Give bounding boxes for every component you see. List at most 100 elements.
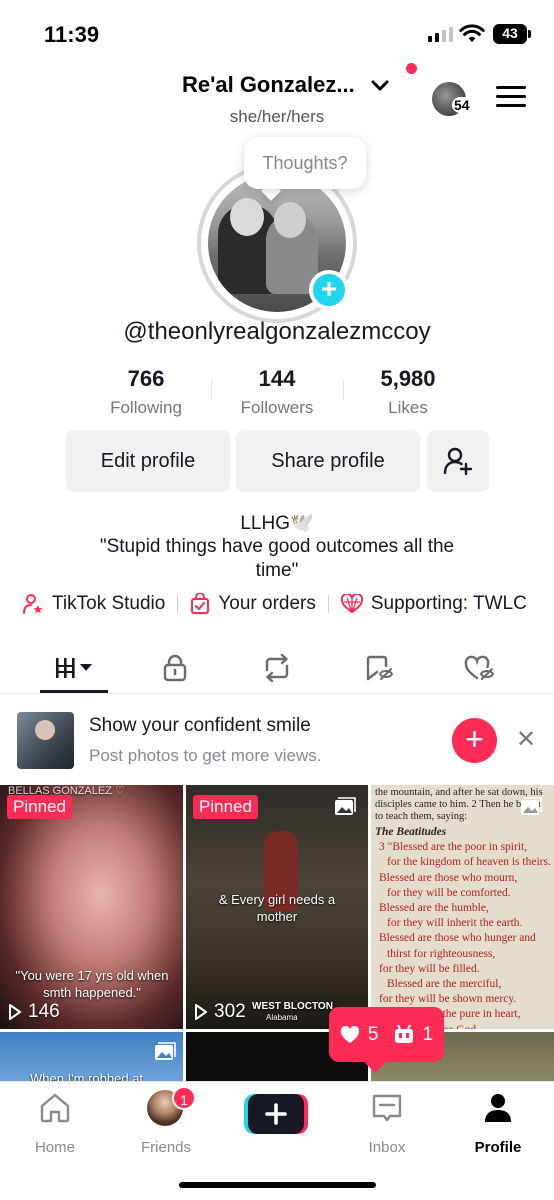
- status-bar: 11:39 43: [0, 0, 554, 62]
- bible-passage: the mountain, and after he sat down, his…: [375, 787, 554, 1029]
- pinned-badge: Pinned: [7, 795, 72, 819]
- view-count-value: 302: [214, 1001, 246, 1022]
- thoughts-bubble[interactable]: Thoughts?: [244, 137, 366, 189]
- create-button[interactable]: [244, 1094, 308, 1134]
- stat-followers[interactable]: 144 Followers: [217, 366, 337, 418]
- stat-following[interactable]: 766 Following: [86, 366, 206, 418]
- play-icon: [9, 1004, 21, 1020]
- tabs-divider: [0, 693, 554, 694]
- passage-verses: 3 "Blessed are the poor in spirit, for th…: [375, 840, 554, 1029]
- your-orders-link[interactable]: Your orders: [190, 593, 316, 615]
- add-friends-button[interactable]: [427, 430, 489, 492]
- promo-title: Show your confident smile: [89, 715, 311, 736]
- comment-robot-icon: [394, 1024, 413, 1043]
- tab-private[interactable]: [142, 648, 208, 688]
- stat-label: Followers: [240, 398, 314, 417]
- lock-icon: [163, 654, 187, 682]
- stat-label: Following: [110, 398, 182, 417]
- tab-reposts[interactable]: [244, 648, 310, 688]
- close-icon[interactable]: ✕: [512, 726, 540, 754]
- menu-icon[interactable]: [496, 86, 526, 110]
- tiktok-studio-link[interactable]: TikTok Studio: [22, 593, 165, 615]
- nav-home[interactable]: Home: [10, 1092, 100, 1156]
- stat-value: 5,980: [380, 366, 436, 391]
- heart-icon: [340, 1025, 359, 1043]
- pinned-badge: Pinned: [193, 795, 258, 819]
- supporting-link[interactable]: Supporting: TWLC: [340, 593, 527, 615]
- verse-line: Blessed are the humble,: [379, 902, 489, 915]
- video-tile[interactable]: BELLAS GONZALEZ ♡ Pinned "You were 17 yr…: [0, 785, 183, 1029]
- bio-line-1: LLHG🕊️: [240, 513, 314, 534]
- add-user-icon: [443, 447, 473, 476]
- home-icon: [40, 1093, 70, 1123]
- cellular-signal-icon: [428, 26, 453, 42]
- tab-liked[interactable]: [447, 648, 513, 688]
- verse-line: Blessed are the merciful,: [387, 978, 502, 991]
- battery-icon: 43: [493, 24, 527, 44]
- comments-count: 1: [422, 1023, 434, 1045]
- home-indicator: [179, 1182, 376, 1188]
- battery-level: 43: [502, 25, 518, 41]
- stat-likes[interactable]: 5,980 Likes: [348, 366, 468, 418]
- studio-person-icon: [23, 594, 43, 614]
- status-time: 11:39: [44, 22, 100, 47]
- verse-line: for they will inherit the earth.: [387, 917, 523, 930]
- promo-thumbnail: [17, 712, 74, 769]
- edit-profile-button[interactable]: Edit profile: [66, 430, 230, 492]
- photo-icon: [155, 1042, 176, 1060]
- play-icon: [195, 1004, 207, 1020]
- friends-activity-count: 54: [452, 97, 472, 113]
- tile-caption: & Every girl needs a mother: [218, 892, 336, 924]
- supporting-label: Supporting: TWLC: [370, 593, 527, 614]
- account-switcher[interactable]: Re'al Gonzalez...: [182, 72, 389, 98]
- profile-name: Re'al Gonzalez...: [182, 72, 355, 97]
- add-story-button[interactable]: +: [309, 270, 349, 310]
- nav-home-label: Home: [34, 1139, 75, 1156]
- stat-divider: [211, 380, 212, 400]
- verse-line: for they will be comforted.: [387, 886, 511, 899]
- tile-location-sub: Alabama: [266, 1013, 298, 1022]
- video-tile[interactable]: the mountain, and after he sat down, his…: [371, 785, 554, 1029]
- verse-line: for they will be shown mercy.: [379, 993, 517, 1006]
- nav-inbox[interactable]: Inbox: [342, 1092, 432, 1156]
- heart-globe-icon: [340, 594, 363, 614]
- tab-favorites[interactable]: [345, 648, 411, 688]
- divider: [327, 595, 329, 613]
- username: @theonlyrealgonzalezmccoy: [123, 318, 431, 345]
- view-count: 146: [8, 1001, 60, 1023]
- chevron-down-icon: [371, 80, 389, 91]
- nav-profile[interactable]: Profile: [453, 1092, 543, 1156]
- verse-line: 3 "Blessed are the poor in spirit,: [379, 841, 528, 854]
- your-orders-label: Your orders: [218, 593, 316, 614]
- passage-title: The Beatitudes: [375, 826, 447, 838]
- bio-line-3: time": [255, 560, 299, 581]
- wifi-icon: [459, 24, 485, 42]
- promo-add-button[interactable]: +: [452, 718, 497, 763]
- shopping-bag-icon: [191, 593, 210, 614]
- friends-badge: 1: [172, 1086, 196, 1110]
- tile-location: WEST BLOCTON: [252, 1001, 333, 1012]
- stat-value: 144: [258, 366, 296, 391]
- tab-videos[interactable]: [41, 648, 107, 688]
- profile-icon: [485, 1094, 511, 1122]
- promo-subtitle: Post photos to get more views.: [89, 746, 322, 765]
- verse-line: Blessed are those who mourn,: [379, 871, 518, 884]
- pronouns: she/her/hers: [229, 107, 325, 126]
- video-tile[interactable]: Pinned & Every girl needs a mother WEST …: [186, 785, 368, 1029]
- share-profile-button[interactable]: Share profile: [236, 430, 420, 492]
- activity-notification[interactable]: 5 1: [329, 1007, 444, 1062]
- photo-icon: [335, 797, 356, 815]
- nav-friends-label: Friends: [140, 1139, 192, 1156]
- verse-line: for they will be filled.: [379, 962, 480, 975]
- divider: [177, 595, 179, 613]
- tiktok-studio-label: TikTok Studio: [52, 593, 166, 614]
- liked-icon: [464, 655, 495, 680]
- nav-profile-label: Profile: [474, 1139, 522, 1156]
- likes-count: 5: [367, 1023, 379, 1045]
- inbox-icon: [372, 1094, 402, 1122]
- verse-line: thirst for righteousness,: [387, 947, 496, 960]
- stat-value: 766: [127, 366, 165, 391]
- photo-icon: [521, 797, 542, 815]
- view-count-value: 146: [28, 1001, 60, 1022]
- verse-line: for the kingdom of heaven is theirs.: [387, 856, 551, 869]
